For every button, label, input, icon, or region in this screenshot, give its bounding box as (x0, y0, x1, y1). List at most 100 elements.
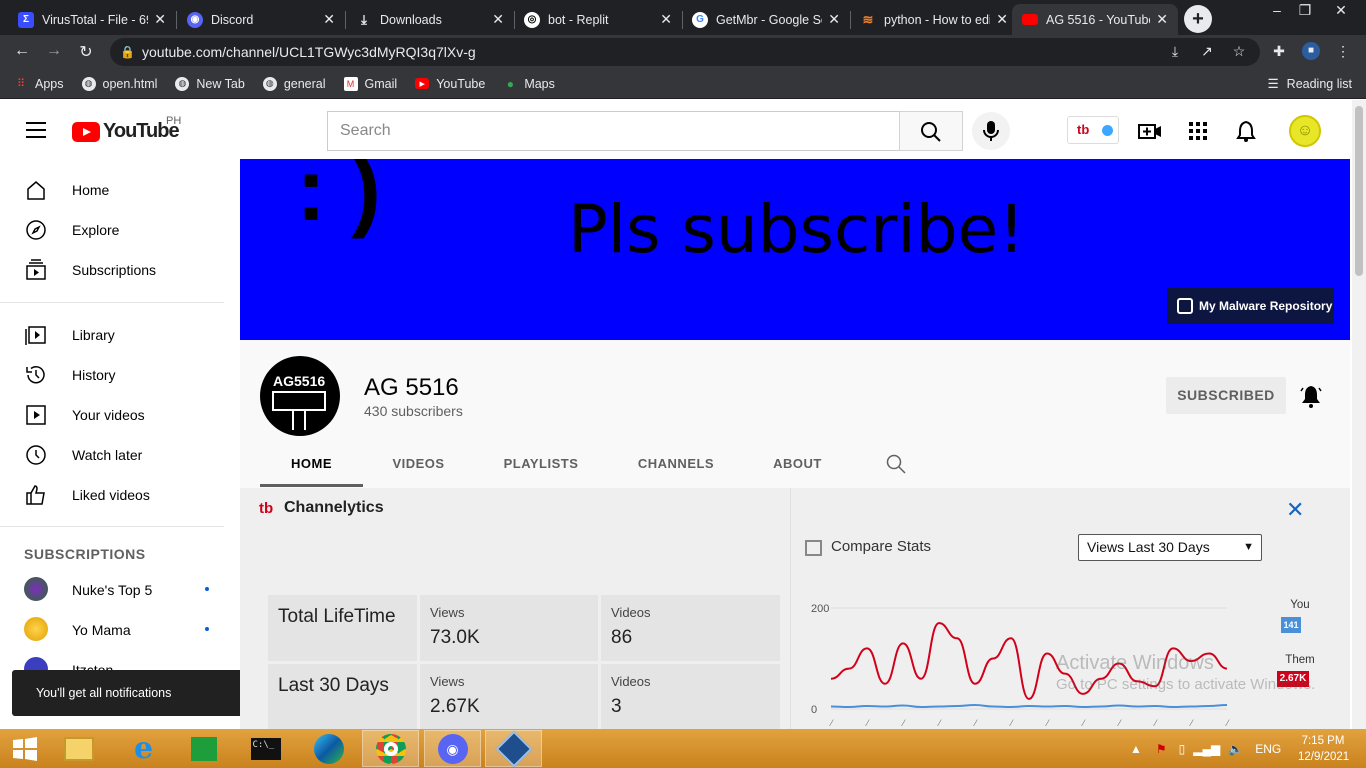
start-button[interactable] (0, 730, 50, 767)
tab-videos[interactable]: VIDEOS (380, 447, 457, 487)
close-window-icon[interactable]: ✕ (1326, 2, 1356, 22)
sidebar-item-liked-videos[interactable]: Liked videos (0, 475, 224, 515)
banner-link[interactable]: My Malware Repository (1167, 288, 1334, 324)
bookmark-gmail[interactable]: M Gmail (343, 76, 397, 91)
x-tick-mark: ⁄ (1189, 718, 1194, 728)
sidebar-item-label: Subscriptions (72, 262, 157, 278)
close-tab-icon[interactable]: ✕ (1156, 11, 1168, 28)
bookmark-maps[interactable]: ● Maps (503, 77, 555, 91)
tab-stackoverflow[interactable]: ≋ python - How to edi ✕ (850, 4, 1018, 35)
tab-title: Downloads (380, 12, 442, 27)
sidebar-item-home[interactable]: Home (0, 170, 224, 210)
battery-icon[interactable]: ▯ (1179, 742, 1186, 756)
tubebuddy-extension-button[interactable]: tb (1067, 116, 1119, 144)
channel-search-icon[interactable] (885, 453, 907, 475)
tab-title: AG 5516 - YouTube (1046, 12, 1151, 27)
chrome-menu-icon[interactable]: ⋮ (1334, 43, 1352, 60)
compare-period-select[interactable]: Views Last 30 Days ▼ (1078, 534, 1262, 561)
new-tab-button[interactable]: + (1184, 5, 1212, 33)
notifications-bell-icon[interactable] (1236, 120, 1260, 142)
close-tab-icon[interactable]: ✕ (828, 11, 840, 28)
tab-channels[interactable]: CHANNELS (624, 447, 728, 487)
tab-replit[interactable]: ◎ bot - Replit ✕ (514, 4, 682, 35)
bookmark-new-tab[interactable]: ◍ New Tab (175, 76, 245, 91)
thumbs-up-icon (26, 485, 45, 505)
scrollbar-thumb[interactable] (1355, 106, 1363, 276)
sidebar-item-explore[interactable]: Explore (0, 210, 224, 250)
page-scrollbar[interactable] (1352, 100, 1366, 729)
sidebar-item-watch-later[interactable]: Watch later (0, 435, 224, 475)
discord-icon: ◉ (437, 733, 468, 764)
close-tab-icon[interactable]: ✕ (323, 11, 335, 28)
sidebar-item-subscriptions[interactable]: Subscriptions (0, 250, 224, 290)
url-field[interactable]: 🔒 youtube.com/channel/UCL1TGWyc3dMyRQI3q… (110, 38, 1260, 66)
avatar (24, 617, 48, 641)
close-tab-icon[interactable]: ✕ (154, 11, 166, 28)
bookmark-label: YouTube (436, 76, 486, 91)
file-explorer-app[interactable] (50, 730, 107, 767)
tab-google-search[interactable]: G GetMbr - Google Se ✕ (682, 4, 850, 35)
action-center-icon[interactable]: ⚑ (1156, 742, 1167, 756)
volume-icon[interactable]: 🔈 (1228, 742, 1243, 756)
search-input[interactable]: Search (327, 111, 900, 151)
close-tab-icon[interactable]: ✕ (660, 11, 672, 28)
signal-icon[interactable]: ▂▄▆ (1193, 742, 1220, 756)
profile-icon[interactable]: ■ (1302, 42, 1320, 60)
bookmark-star-icon[interactable]: ☆ (1230, 43, 1248, 60)
discord-app[interactable]: ◉ (424, 730, 481, 767)
bookmark-general[interactable]: ◍ general (262, 76, 326, 91)
store-app[interactable] (175, 730, 232, 767)
compare-stats-title: Compare Stats (831, 538, 932, 555)
clock[interactable]: 7:15 PM 12/9/2021 (1298, 733, 1349, 765)
account-avatar[interactable]: ☺ (1289, 115, 1321, 147)
youtube-logo[interactable]: YouTube PH (72, 115, 181, 143)
tab-playlists[interactable]: PLAYLISTS (490, 447, 592, 487)
command-prompt-app[interactable]: C:\_ (237, 730, 294, 767)
search-button[interactable] (899, 111, 963, 151)
install-app-icon[interactable]: ⤓ (1166, 43, 1184, 60)
tab-virustotal[interactable]: Σ VirusTotal - File - 69 ✕ (8, 4, 176, 35)
address-bar-row: ← → ↻ 🔒 youtube.com/channel/UCL1TGWyc3dM… (0, 35, 1366, 69)
select-value: Views Last 30 Days (1087, 539, 1210, 555)
language-indicator[interactable]: ENG (1255, 742, 1281, 756)
sidebar-item-history[interactable]: History (0, 355, 224, 395)
sidebar-item-your-videos[interactable]: Your videos (0, 395, 224, 435)
sidebar-item-library[interactable]: Library (0, 315, 224, 355)
bookmark-open-html[interactable]: ◍ open.html (81, 76, 157, 91)
forward-icon[interactable]: → (44, 42, 64, 60)
microphone-icon (983, 121, 999, 141)
show-hidden-icons[interactable]: ▲ (1130, 742, 1142, 756)
subscribed-button[interactable]: SUBSCRIBED (1166, 377, 1286, 414)
close-tab-icon[interactable]: ✕ (996, 11, 1008, 28)
voice-search-button[interactable] (972, 112, 1010, 150)
bookmark-apps[interactable]: ⠿ Apps (14, 77, 64, 91)
restore-icon[interactable]: ❐ (1290, 2, 1320, 22)
notification-bell-icon[interactable] (1300, 384, 1322, 408)
internet-explorer-app[interactable]: e (115, 730, 172, 767)
virtualbox-app[interactable] (485, 730, 542, 767)
create-video-icon[interactable] (1138, 120, 1162, 142)
back-icon[interactable]: ← (12, 42, 32, 60)
tab-about[interactable]: ABOUT (760, 447, 835, 487)
subscription-item[interactable]: Yo Mama (0, 609, 224, 649)
stat-value: 73.0K (430, 627, 480, 648)
reading-list-button[interactable]: ☰ Reading list (1267, 76, 1352, 92)
reload-icon[interactable]: ↻ (76, 42, 96, 62)
tab-downloads[interactable]: ⤓ Downloads ✕ (346, 4, 514, 35)
tab-discord[interactable]: ◉ Discord ✕ (177, 4, 345, 35)
close-tab-icon[interactable]: ✕ (492, 11, 504, 28)
stat-label: Videos (611, 674, 651, 689)
apps-grid-icon[interactable] (1188, 120, 1212, 142)
subscription-item[interactable]: Nuke's Top 5 (0, 569, 224, 609)
globe-icon: ◍ (175, 76, 190, 91)
url-text: youtube.com/channel/UCL1TGWyc3dMyRQI3q7l… (142, 44, 476, 60)
edge-app[interactable] (300, 730, 357, 767)
tab-home[interactable]: HOME (260, 447, 363, 487)
share-icon[interactable]: ↗ (1198, 43, 1216, 60)
bookmark-youtube[interactable]: ▶ YouTube (415, 77, 485, 91)
minimize-icon[interactable]: – (1262, 2, 1292, 22)
menu-icon[interactable] (26, 122, 46, 138)
chrome-app[interactable] (362, 730, 419, 767)
extensions-icon[interactable]: ✚ (1270, 43, 1288, 60)
tab-youtube-active[interactable]: AG 5516 - YouTube ✕ (1012, 4, 1178, 35)
